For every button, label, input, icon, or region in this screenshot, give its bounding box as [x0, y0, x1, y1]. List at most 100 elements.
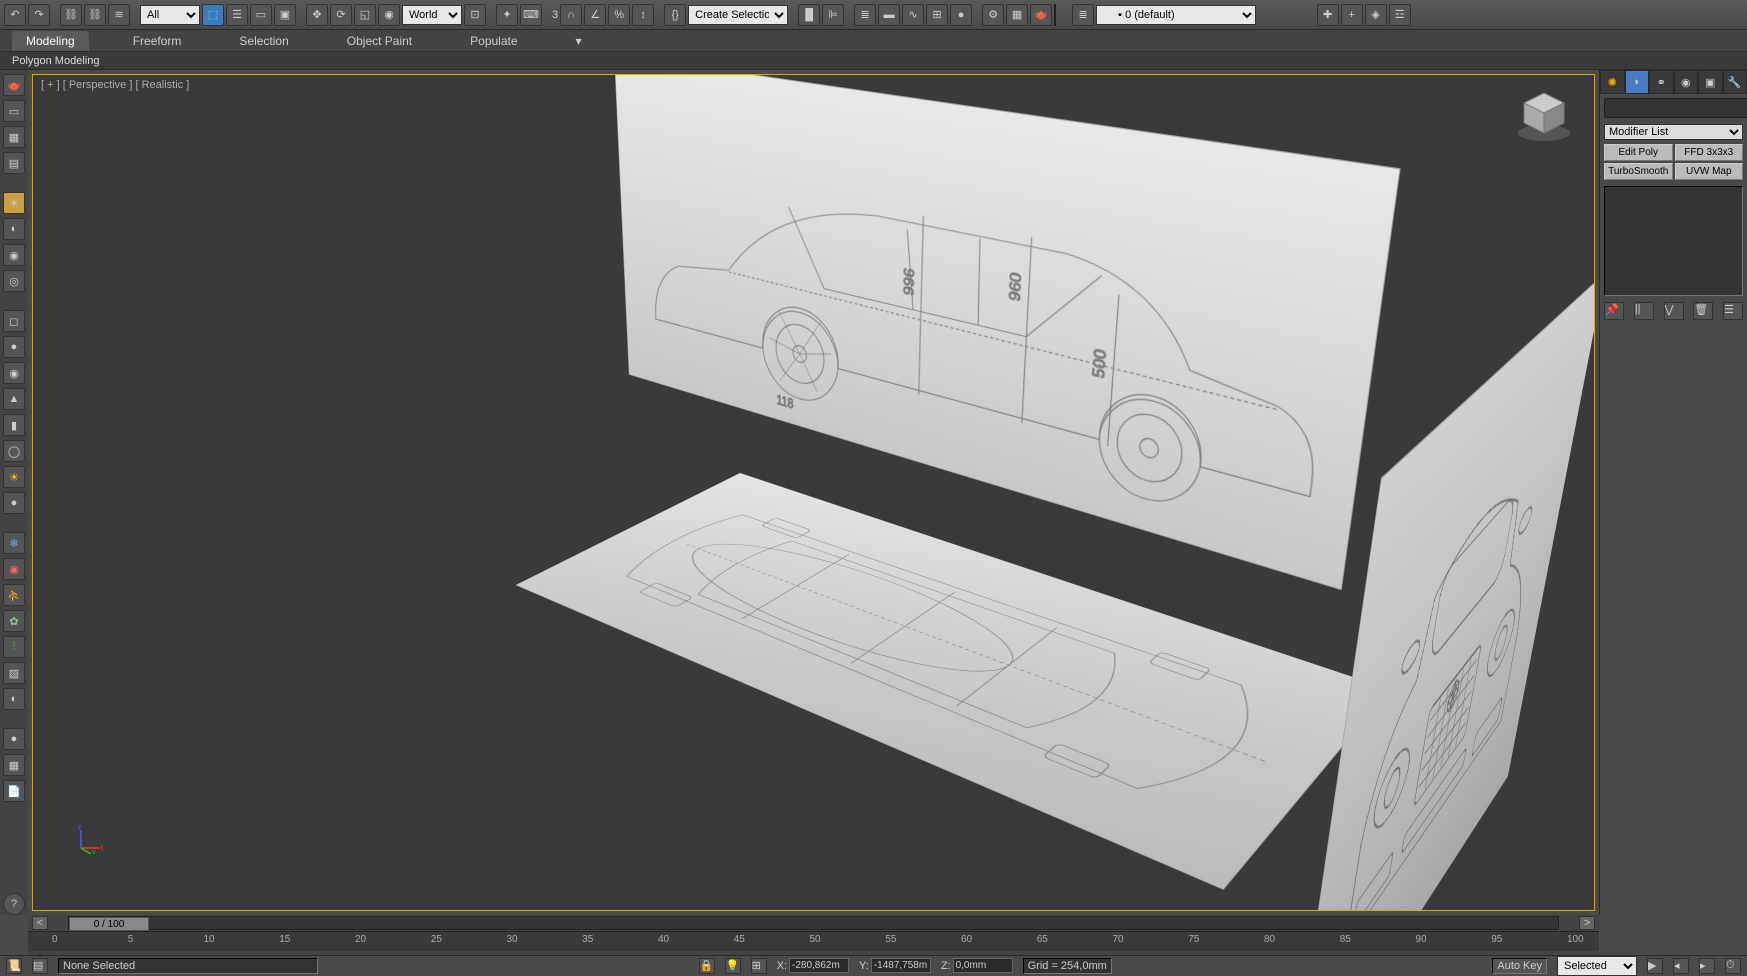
material-editor-button[interactable]: ●	[950, 4, 972, 26]
manipulate-button[interactable]: ✦	[496, 4, 518, 26]
spinner-snap-button[interactable]: ↕	[632, 4, 654, 26]
key-prev-button[interactable]: ◂	[1673, 958, 1689, 974]
new-layer-button[interactable]: ✚	[1317, 4, 1339, 26]
remove-mod-button[interactable]: 🗑	[1693, 302, 1713, 320]
cube-prim-tool[interactable]: ◻	[3, 310, 25, 332]
tab-hierarchy[interactable]: ⚭	[1649, 70, 1674, 94]
maxscript-button[interactable]: 📜	[6, 958, 22, 974]
toggle-ribbon-button[interactable]: ▬	[878, 4, 900, 26]
time-next-button[interactable]: >	[1579, 916, 1595, 930]
named-selection-dropdown[interactable]: Create Selection Se	[688, 5, 788, 25]
mirror-button[interactable]: ▐▌	[798, 4, 820, 26]
tab-display[interactable]: ▣	[1698, 70, 1723, 94]
curve-editor-button[interactable]: ∿	[902, 4, 924, 26]
edit-named-sel-button[interactable]: {}	[664, 4, 686, 26]
particle-tool[interactable]: ❄	[3, 532, 25, 554]
mod-uvw[interactable]: UVW Map	[1675, 163, 1744, 180]
mod-ffd[interactable]: FFD 3x3x3	[1675, 144, 1744, 161]
tab-utilities[interactable]: 🔧	[1723, 70, 1747, 94]
isolate-button[interactable]: 💡	[725, 958, 741, 974]
modifier-list-dropdown[interactable]: Modifier List	[1604, 124, 1743, 140]
keyboard-shortcut-button[interactable]: ⌨	[520, 4, 542, 26]
light-tool[interactable]: ☀	[3, 192, 25, 214]
angle-snap-button[interactable]: ∠	[584, 4, 606, 26]
modifier-stack[interactable]	[1604, 186, 1743, 296]
transform-typein-button[interactable]: ⊞	[751, 958, 767, 974]
populate-tool[interactable]: ✿	[3, 610, 25, 632]
select-by-name-button[interactable]: ☰	[226, 4, 248, 26]
pin-stack-button[interactable]: 📌	[1604, 302, 1624, 320]
tab-object-paint[interactable]: Object Paint	[333, 31, 426, 51]
viewcube[interactable]	[1514, 85, 1574, 145]
render-setup-button[interactable]: ⚙	[982, 4, 1004, 26]
undo-button[interactable]: ↶	[4, 4, 26, 26]
asset-browser-tool[interactable]: ▦	[3, 754, 25, 776]
grid-tool[interactable]: ▤	[3, 152, 25, 174]
cone-prim-tool[interactable]: ▲	[3, 388, 25, 410]
move-button[interactable]: ✥	[306, 4, 328, 26]
schematic-view-button[interactable]: ⊞	[926, 4, 948, 26]
bind-spacewarp-button[interactable]: ≋	[108, 4, 130, 26]
tab-modify[interactable]: ◗	[1625, 70, 1650, 94]
keyfilter-dropdown[interactable]: Selected	[1557, 956, 1637, 976]
time-slider-thumb[interactable]: 0 / 100	[69, 917, 149, 931]
play-button[interactable]: ▶	[1647, 958, 1663, 974]
scale-button[interactable]: ◱	[354, 4, 376, 26]
ribbon-expand-button[interactable]: ▾	[562, 31, 596, 51]
listener-button[interactable]: ▤	[32, 958, 48, 974]
tab-modeling[interactable]: Modeling	[12, 31, 89, 51]
layer-dropdown[interactable]	[1096, 5, 1256, 25]
window-crossing-button[interactable]: ▣	[274, 4, 296, 26]
help-button[interactable]: ?	[3, 893, 25, 915]
lock-selection-button[interactable]: 🔒	[699, 958, 715, 974]
torus-prim-tool[interactable]: ◯	[3, 440, 25, 462]
render-button[interactable]: 🫖	[1030, 4, 1052, 26]
box-tool[interactable]: ▦	[3, 126, 25, 148]
object-name-input[interactable]	[1604, 98, 1747, 118]
misc-tool[interactable]: ◐	[3, 688, 25, 710]
sky-light-tool[interactable]: ●	[3, 492, 25, 514]
hair-tool[interactable]: ⫶	[3, 636, 25, 658]
tab-populate[interactable]: Populate	[456, 31, 531, 51]
placement-button[interactable]: ◉	[378, 4, 400, 26]
add-to-layer-button[interactable]: +	[1341, 4, 1363, 26]
snap-toggle-button[interactable]: ∩	[560, 4, 582, 26]
coord-x-input[interactable]	[789, 958, 849, 973]
make-unique-button[interactable]: ⋁	[1664, 302, 1684, 320]
show-end-result-button[interactable]: ||	[1634, 302, 1654, 320]
tab-selection[interactable]: Selection	[225, 31, 302, 51]
cylinder-prim-tool[interactable]: ▮	[3, 414, 25, 436]
link-button[interactable]: ⛓	[60, 4, 82, 26]
material-ball-tool[interactable]: ●	[3, 728, 25, 750]
autokey-button[interactable]: Auto Key	[1492, 958, 1547, 974]
render-frame-button[interactable]: ▦	[1006, 4, 1028, 26]
spot-light-tool[interactable]: ◐	[3, 218, 25, 240]
geosphere-tool[interactable]: ◉	[3, 362, 25, 384]
tab-motion[interactable]: ◉	[1674, 70, 1699, 94]
teapot-tool[interactable]: 🫖	[3, 74, 25, 96]
perspective-viewport[interactable]: [ + ] [ Perspective ] [ Realistic ]	[32, 74, 1595, 911]
cloth-tool[interactable]: ▨	[3, 662, 25, 684]
selection-filter-dropdown[interactable]: All	[140, 5, 200, 25]
plane-tool[interactable]: ▭	[3, 100, 25, 122]
rect-region-button[interactable]: ▭	[250, 4, 272, 26]
biped-tool[interactable]: ⛹	[3, 584, 25, 606]
ref-coord-dropdown[interactable]: World	[402, 5, 462, 25]
target-light-tool[interactable]: ◎	[3, 270, 25, 292]
key-next-button[interactable]: ▸	[1699, 958, 1715, 974]
percent-snap-button[interactable]: %	[608, 4, 630, 26]
layer-explorer-button[interactable]: ≣	[854, 4, 876, 26]
configure-sets-button[interactable]: ☰	[1723, 302, 1743, 320]
unlink-button[interactable]: ⛓	[84, 4, 106, 26]
coord-z-input[interactable]	[953, 958, 1013, 973]
tab-freeform[interactable]: Freeform	[119, 31, 196, 51]
mod-turbosmooth[interactable]: TurboSmooth	[1604, 163, 1673, 180]
tab-create[interactable]: ✺	[1600, 70, 1625, 94]
time-ruler[interactable]: 0510152025303540455055606570758085909510…	[28, 931, 1599, 951]
align-button[interactable]: ⊫	[822, 4, 844, 26]
layer-props-button[interactable]: ☲	[1389, 4, 1411, 26]
select-layer-button[interactable]: ◈	[1365, 4, 1387, 26]
select-object-button[interactable]: ⬚	[202, 4, 224, 26]
rotate-button[interactable]: ⟳	[330, 4, 352, 26]
script-tool[interactable]: 📄	[3, 780, 25, 802]
